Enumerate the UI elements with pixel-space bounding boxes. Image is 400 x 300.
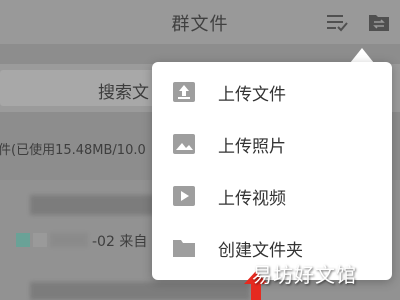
menu-item-label: 上传文件 bbox=[218, 85, 286, 105]
file-thumbnail-secondary bbox=[33, 233, 47, 247]
video-icon bbox=[173, 186, 195, 206]
menu-item-upload-file[interactable]: 上传文件 bbox=[152, 66, 392, 118]
top-bar: 群文件 bbox=[0, 0, 400, 44]
folder-swap-icon[interactable] bbox=[368, 11, 390, 33]
menu-item-upload-video[interactable]: 上传视频 bbox=[152, 170, 392, 222]
menu-item-upload-photo[interactable]: 上传照片 bbox=[152, 118, 392, 170]
file-date-blurred bbox=[50, 233, 88, 247]
file-name-blurred bbox=[30, 195, 155, 215]
storage-usage-text: 件(已使用15.48MB/10.0 bbox=[0, 143, 146, 158]
file-thumbnail bbox=[16, 233, 30, 247]
watermark-text: 易坊好文馆 bbox=[252, 263, 357, 287]
image-icon bbox=[173, 134, 195, 154]
menu-item-label: 上传照片 bbox=[218, 137, 286, 157]
file-meta-text: -02 来自 bbox=[92, 234, 148, 250]
upload-icon bbox=[173, 82, 195, 102]
menu-item-label: 创建文件夹 bbox=[218, 241, 303, 261]
sort-list-icon[interactable] bbox=[326, 11, 348, 33]
file-row-blurred bbox=[30, 282, 250, 300]
upload-menu: 上传文件 上传照片 上传视频 创建文件夹 bbox=[152, 62, 392, 280]
folder-icon bbox=[173, 240, 195, 257]
search-label: 搜索文 bbox=[98, 83, 149, 103]
menu-pointer bbox=[350, 48, 374, 63]
menu-item-label: 上传视频 bbox=[218, 189, 286, 209]
